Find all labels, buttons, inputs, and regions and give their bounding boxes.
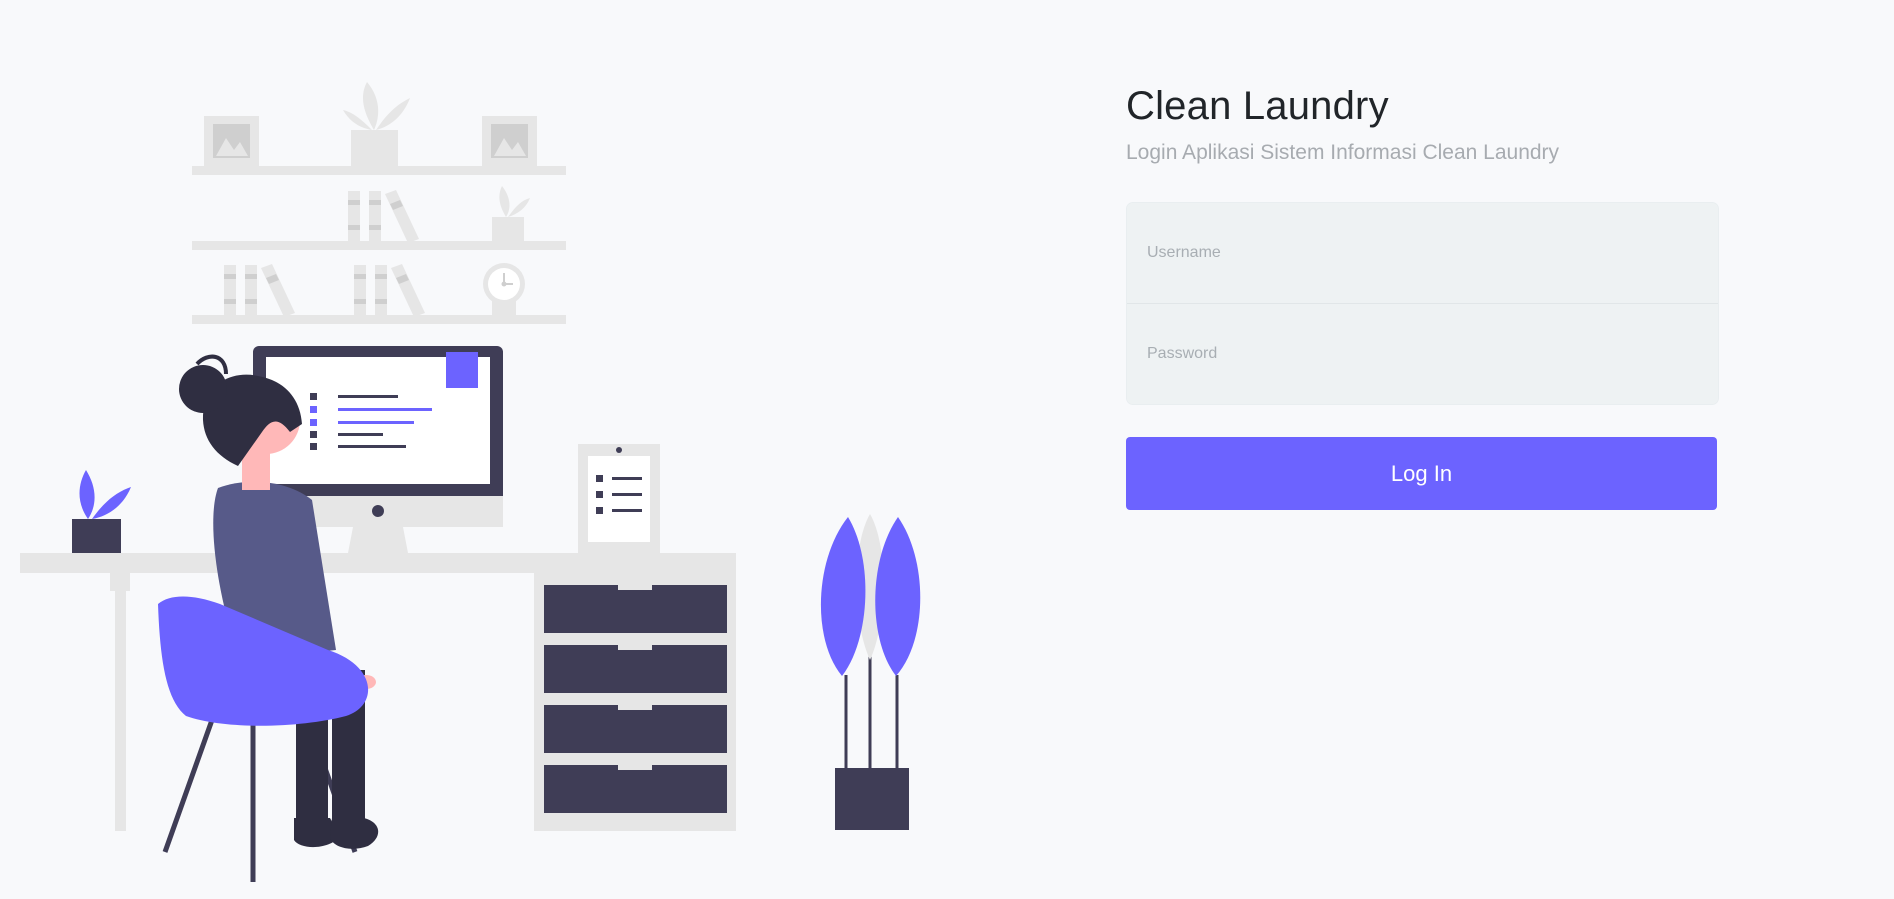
desk-plant [72, 470, 131, 553]
desk [20, 553, 736, 831]
login-form [1126, 202, 1719, 405]
office-illustration [20, 82, 921, 882]
login-panel: Clean Laundry Login Aplikasi Sistem Info… [1126, 80, 1719, 510]
password-input[interactable] [1127, 304, 1718, 404]
clipboard [578, 444, 660, 553]
app-title: Clean Laundry [1126, 84, 1389, 128]
username-input[interactable] [1127, 203, 1718, 303]
floor-plant [820, 514, 921, 830]
bookshelf [192, 82, 566, 324]
login-button[interactable]: Log In [1126, 437, 1717, 510]
login-page: Clean Laundry Login Aplikasi Sistem Info… [0, 0, 1894, 899]
app-subtitle: Login Aplikasi Sistem Informasi Clean La… [1126, 141, 1560, 164]
